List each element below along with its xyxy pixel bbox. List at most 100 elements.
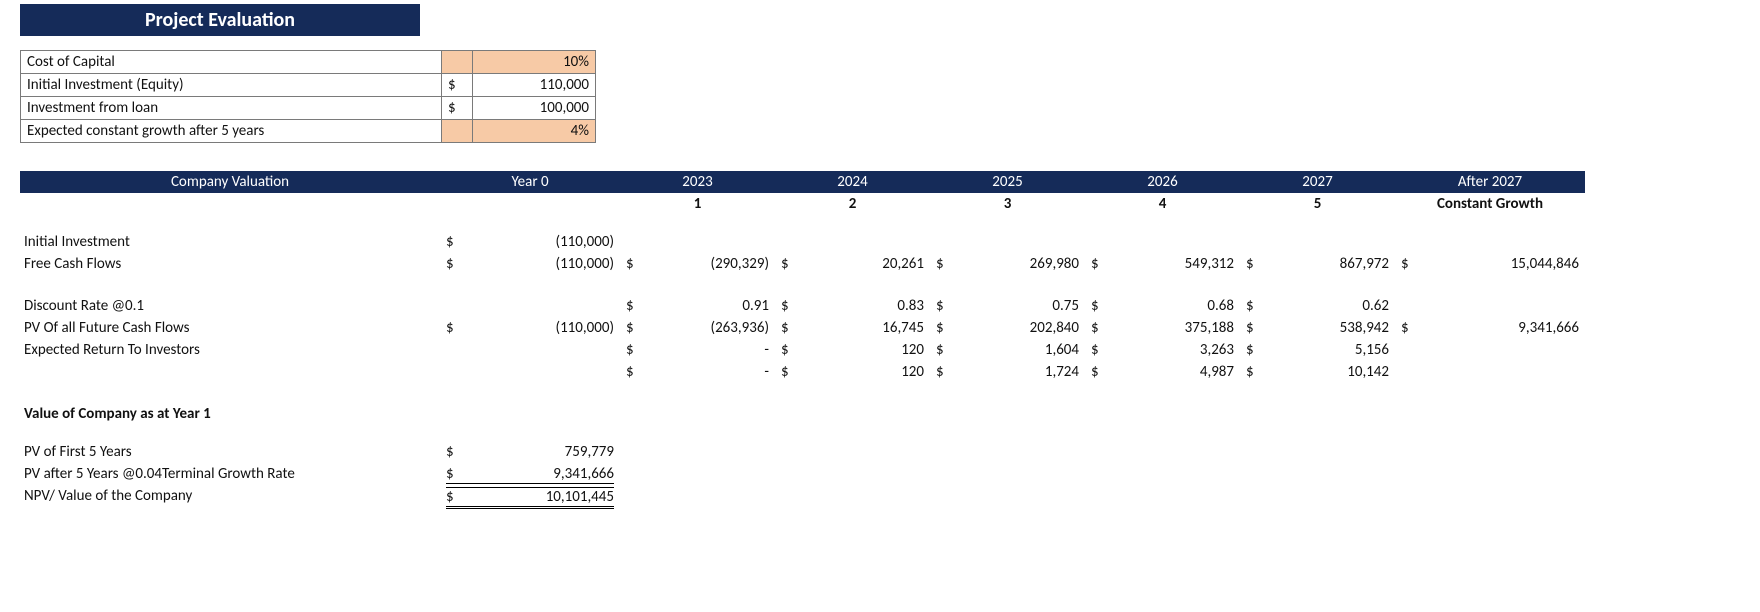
valuation-cell (1395, 297, 1585, 319)
inputs-currency (441, 120, 472, 143)
valuation-cell-currency: $ (626, 363, 638, 381)
valuation-cell-currency: $ (1401, 255, 1413, 273)
valuation-cell-value: (110,000) (458, 233, 614, 251)
valuation-cell-currency: $ (626, 297, 638, 315)
valuation-cell-currency: $ (781, 255, 793, 273)
valuation-cell-value: 202,840 (948, 319, 1079, 337)
valuation-row-label: Free Cash Flows (20, 255, 440, 277)
valuation-cell-value: - (638, 341, 769, 359)
valuation-cell: $120 (775, 341, 930, 363)
inputs-label: Investment from loan (21, 97, 442, 120)
valuation-cell: $(263,936) (620, 319, 775, 341)
valuation-cell: $0.83 (775, 297, 930, 319)
valuation-grid: Company ValuationYear 020232024202520262… (20, 171, 1740, 509)
inputs-currency: $ (441, 97, 472, 120)
valuation-header-cell: 2025 (930, 171, 1085, 193)
valuation-cell: $3,263 (1085, 341, 1240, 363)
valuation-cell-currency: $ (936, 363, 948, 381)
valuation-cell: $9,341,666 (1395, 319, 1585, 341)
valuation-header-cell: Company Valuation (20, 171, 440, 193)
valuation-cell-value: 0.91 (638, 297, 769, 315)
valuation-cell-currency: $ (781, 363, 793, 381)
valuation-subheader-cell: 4 (1085, 193, 1240, 213)
valuation-row-label: PV Of all Future Cash Flows (20, 319, 440, 341)
valuation-cell-currency: $ (1091, 319, 1103, 337)
valuation-cell-currency: $ (1091, 341, 1103, 359)
valuation-cell: $5,156 (1240, 341, 1395, 363)
valuation-cell-value: 10,142 (1258, 363, 1389, 381)
valuation-cell-value: (290,329) (638, 255, 769, 273)
inputs-value: 110,000 (472, 74, 595, 97)
valuation-cell (440, 363, 620, 385)
valuation-cell: $867,972 (1240, 255, 1395, 277)
valuation-cell-value: 1,604 (948, 341, 1079, 359)
valuation-cell-value: 20,261 (793, 255, 924, 273)
valuation-cell-currency: $ (446, 233, 458, 251)
valuation-cell: $20,261 (775, 255, 930, 277)
valuation-cell: $120 (775, 363, 930, 385)
valuation-cell-currency: $ (1401, 319, 1413, 337)
inputs-row: Initial Investment (Equity)$110,000 (21, 74, 596, 97)
summary-currency: $ (446, 488, 458, 506)
inputs-table: Cost of Capital10%Initial Investment (Eq… (20, 50, 596, 143)
valuation-header-cell: 2023 (620, 171, 775, 193)
inputs-value: 100,000 (472, 97, 595, 120)
valuation-cell: $202,840 (930, 319, 1085, 341)
summary-value: 759,779 (458, 443, 614, 461)
valuation-cell-value: 0.83 (793, 297, 924, 315)
valuation-cell-value: 269,980 (948, 255, 1079, 273)
valuation-cell: $0.62 (1240, 297, 1395, 319)
valuation-header-cell: 2026 (1085, 171, 1240, 193)
valuation-cell-currency: $ (781, 319, 793, 337)
valuation-cell-value: 16,745 (793, 319, 924, 337)
valuation-cell (440, 297, 620, 319)
title-bar: Project Evaluation (20, 4, 420, 36)
inputs-currency (441, 51, 472, 74)
summary-value: 10,101,445 (458, 488, 614, 506)
valuation-cell: $538,942 (1240, 319, 1395, 341)
summary-row-label: PV after 5 Years @0.04Terminal Growth Ra… (20, 465, 440, 487)
valuation-cell (930, 233, 1085, 255)
inputs-label: Expected constant growth after 5 years (21, 120, 442, 143)
summary-row-label: NPV/ Value of the Company (20, 487, 440, 509)
inputs-label: Cost of Capital (21, 51, 442, 74)
valuation-cell (775, 233, 930, 255)
valuation-cell (440, 341, 620, 363)
summary-value-cell: $9,341,666 (440, 465, 620, 487)
valuation-cell-value: (263,936) (638, 319, 769, 337)
valuation-cell: $10,142 (1240, 363, 1395, 385)
valuation-cell-currency: $ (1246, 297, 1258, 315)
summary-value: 9,341,666 (458, 465, 614, 483)
summary-row-label: PV of First 5 Years (20, 443, 440, 465)
inputs-row: Investment from loan$100,000 (21, 97, 596, 120)
valuation-cell-value: 549,312 (1103, 255, 1234, 273)
valuation-cell-currency: $ (936, 341, 948, 359)
valuation-cell-value: 0.62 (1258, 297, 1389, 315)
valuation-row-label: Initial Investment (20, 233, 440, 255)
valuation-cell-currency: $ (1246, 363, 1258, 381)
valuation-cell: $15,044,846 (1395, 255, 1585, 277)
valuation-subheader-cell (20, 193, 440, 213)
inputs-label: Initial Investment (Equity) (21, 74, 442, 97)
valuation-cell (1240, 233, 1395, 255)
valuation-cell: $16,745 (775, 319, 930, 341)
valuation-cell-currency: $ (936, 255, 948, 273)
valuation-cell (1395, 233, 1585, 255)
valuation-cell (1085, 233, 1240, 255)
summary-value-cell: $10,101,445 (440, 487, 620, 509)
valuation-cell-currency: $ (1246, 255, 1258, 273)
summary-currency: $ (446, 443, 458, 461)
summary-title: Value of Company as at Year 1 (20, 405, 440, 423)
inputs-currency: $ (441, 74, 472, 97)
valuation-cell (1395, 363, 1585, 385)
valuation-header-cell: After 2027 (1395, 171, 1585, 193)
valuation-cell: $0.75 (930, 297, 1085, 319)
valuation-cell-value: 3,263 (1103, 341, 1234, 359)
valuation-cell-currency: $ (626, 341, 638, 359)
valuation-cell-value: 120 (793, 363, 924, 381)
valuation-cell-value: 120 (793, 341, 924, 359)
valuation-cell-value: 9,341,666 (1413, 319, 1579, 337)
valuation-header-cell: 2024 (775, 171, 930, 193)
valuation-cell-currency: $ (1246, 319, 1258, 337)
valuation-subheader-cell: Constant Growth (1395, 193, 1585, 213)
